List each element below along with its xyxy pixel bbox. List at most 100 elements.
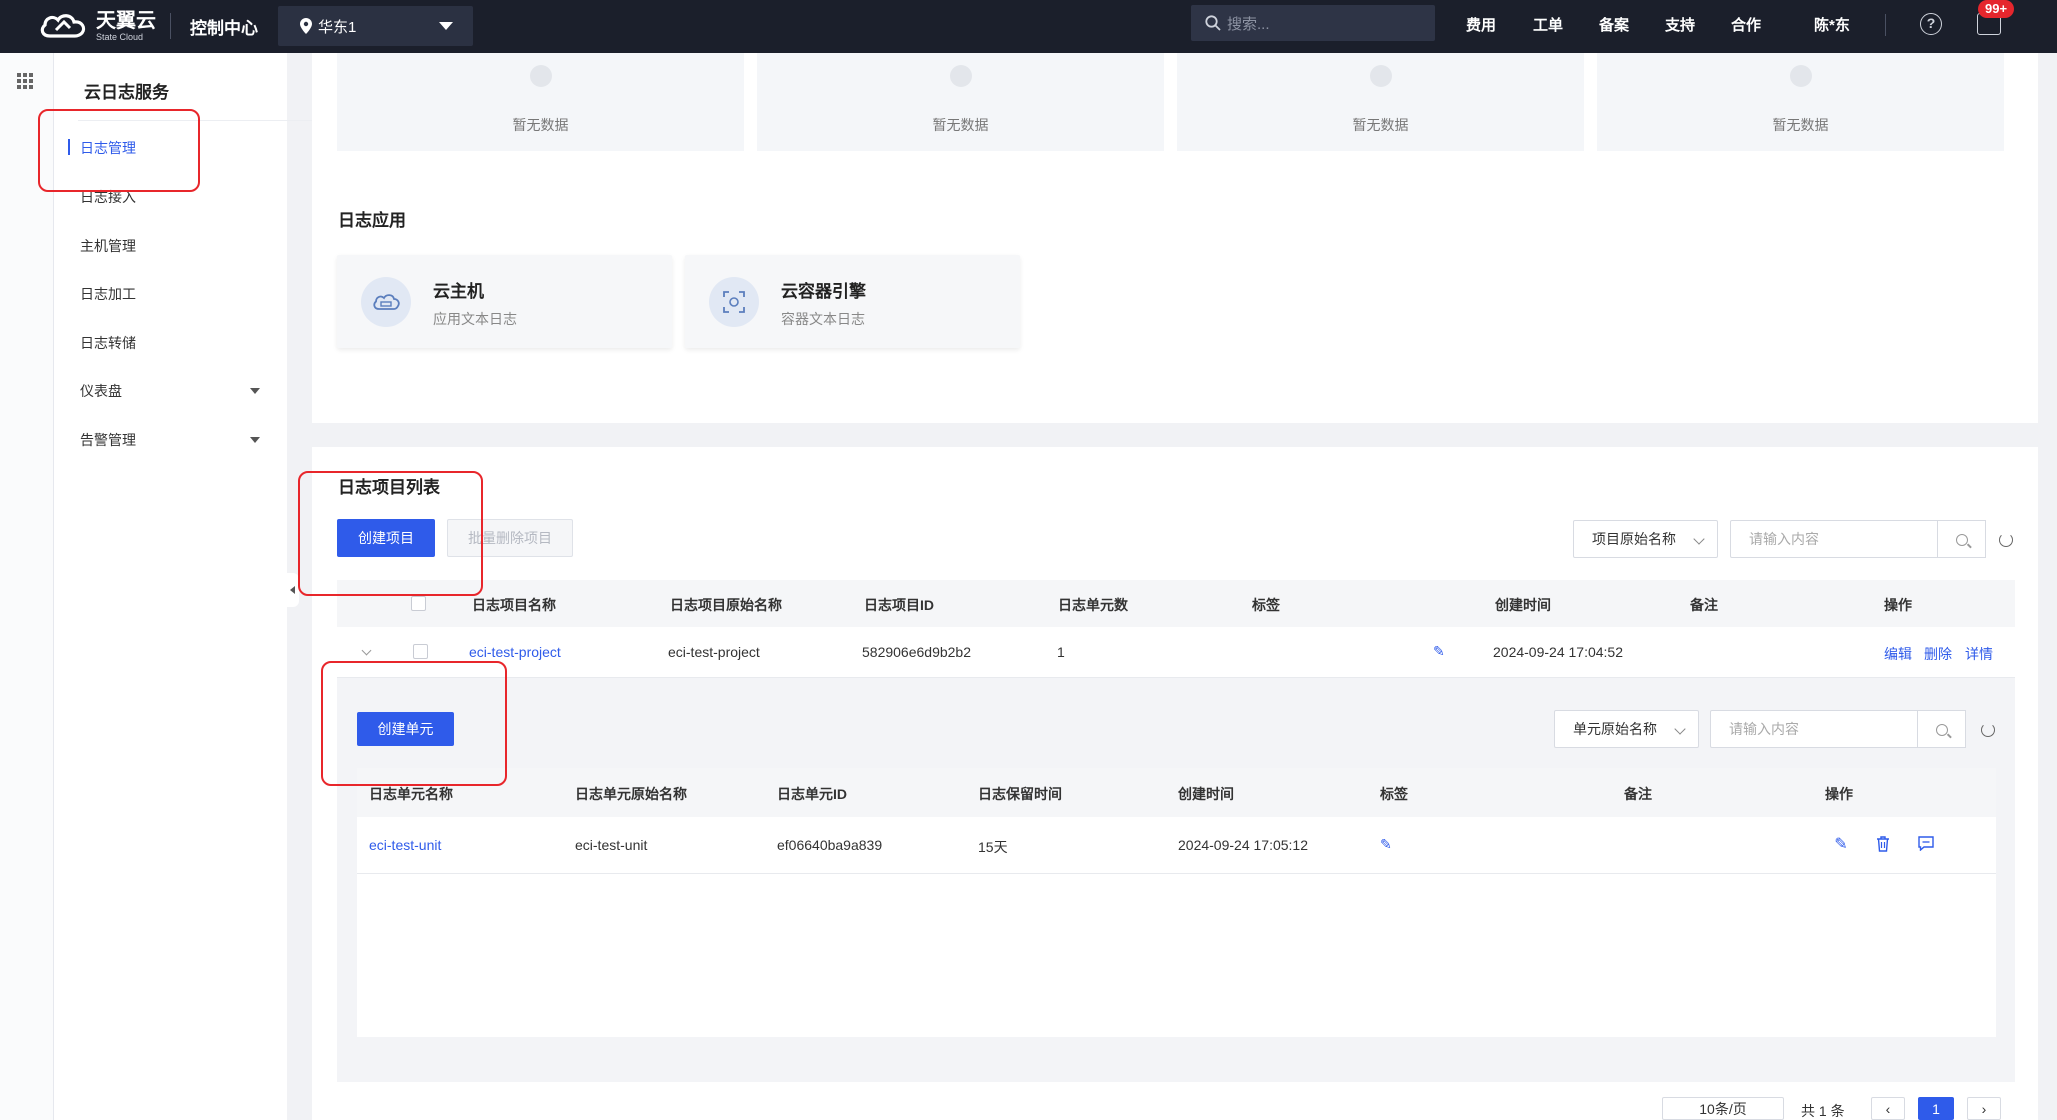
- empty-data-icon: [1370, 65, 1392, 87]
- app-description: 应用文本日志: [433, 311, 517, 327]
- edit-tag-icon[interactable]: ✎: [1433, 644, 1446, 658]
- help-icon[interactable]: ?: [1920, 13, 1942, 35]
- app-card-cloud-host[interactable]: 云主机 应用文本日志: [337, 255, 672, 348]
- page-size-value: 10条/页: [1699, 1100, 1747, 1117]
- apps-grid-icon[interactable]: [17, 73, 33, 89]
- column-header[interactable]: 备注: [1690, 595, 1718, 615]
- total-count: 共 1 条: [1801, 1103, 1845, 1119]
- caret-down-icon[interactable]: [250, 437, 260, 443]
- empty-text: 暂无数据: [1772, 117, 1829, 133]
- logo-title: 天翼云: [96, 9, 156, 32]
- product-rail: [0, 53, 54, 1120]
- empty-card: 暂无数据: [757, 53, 1164, 151]
- project-filter-value: 项目原始名称: [1592, 531, 1676, 547]
- app-card-container-engine[interactable]: 云容器引擎 容器文本日志: [685, 255, 1020, 348]
- edit-project-link[interactable]: 编辑: [1884, 644, 1912, 664]
- column-header[interactable]: 操作: [1884, 595, 1912, 615]
- empty-card: 暂无数据: [1177, 53, 1584, 151]
- highlight-box: [298, 471, 483, 596]
- trash-icon[interactable]: [1874, 836, 1892, 854]
- edit-tag-icon[interactable]: ✎: [1380, 837, 1393, 851]
- sidebar-item-alert-management[interactable]: 告警管理: [80, 430, 136, 450]
- cloud-logo-icon: [40, 14, 86, 38]
- unit-search-input[interactable]: 请输入内容: [1710, 710, 1918, 748]
- unit-filter-value: 单元原始名称: [1573, 721, 1657, 737]
- chevron-down-icon: [1693, 533, 1705, 545]
- details-icon[interactable]: [1917, 836, 1935, 854]
- highlight-box: [321, 661, 507, 786]
- nav-support[interactable]: 支持: [1665, 14, 1695, 35]
- divider: [357, 873, 1996, 874]
- unit-search-button[interactable]: [1918, 710, 1966, 748]
- project-table-header: [337, 580, 2015, 627]
- app-description: 容器文本日志: [781, 311, 865, 327]
- nav-fees[interactable]: 费用: [1466, 14, 1496, 35]
- empty-text: 暂无数据: [932, 117, 989, 133]
- caret-down-icon[interactable]: [250, 388, 260, 394]
- project-raw-name: eci-test-project: [668, 644, 760, 660]
- notification-badge: 99+: [1978, 0, 2015, 18]
- unit-raw-name: eci-test-unit: [575, 837, 648, 853]
- region-selector[interactable]: 华东1: [278, 6, 473, 46]
- column-header[interactable]: 日志单元名称: [369, 784, 453, 804]
- column-header[interactable]: 标签: [1252, 595, 1280, 615]
- nav-tickets[interactable]: 工单: [1533, 14, 1563, 35]
- unit-filter-select[interactable]: 单元原始名称: [1554, 710, 1699, 748]
- project-search-input[interactable]: 请输入内容: [1730, 520, 1938, 558]
- empty-card: 暂无数据: [337, 53, 744, 151]
- delete-project-link[interactable]: 删除: [1924, 644, 1952, 664]
- service-title: 云日志服务: [84, 83, 169, 102]
- user-menu[interactable]: 陈*东: [1814, 14, 1850, 35]
- sidebar-item-log-dump[interactable]: 日志转储: [80, 333, 136, 353]
- select-all-checkbox[interactable]: [411, 596, 426, 611]
- column-header[interactable]: 标签: [1380, 784, 1408, 804]
- empty-text: 暂无数据: [1352, 117, 1409, 133]
- sidebar-item-log-processing[interactable]: 日志加工: [80, 284, 136, 304]
- column-header[interactable]: 操作: [1825, 784, 1853, 804]
- prev-page-button[interactable]: ‹: [1871, 1097, 1905, 1120]
- edit-icon[interactable]: ✎: [1832, 836, 1850, 854]
- column-header[interactable]: 日志项目ID: [864, 595, 934, 615]
- empty-card: 暂无数据: [1597, 53, 2004, 151]
- column-header[interactable]: 日志保留时间: [978, 784, 1062, 804]
- empty-data-icon: [530, 65, 552, 87]
- project-name-link[interactable]: eci-test-project: [469, 644, 561, 660]
- divider: [1885, 14, 1886, 36]
- search-icon: [1936, 724, 1948, 736]
- unit-name-link[interactable]: eci-test-unit: [369, 837, 441, 853]
- refresh-icon[interactable]: [1999, 533, 2013, 547]
- next-page-button[interactable]: ›: [1967, 1097, 2001, 1120]
- column-header[interactable]: 备注: [1624, 784, 1652, 804]
- project-created-time: 2024-09-24 17:04:52: [1493, 644, 1623, 660]
- column-header[interactable]: 日志单元ID: [777, 784, 847, 804]
- project-search-button[interactable]: [1938, 520, 1986, 558]
- empty-text: 暂无数据: [512, 117, 569, 133]
- nav-partners[interactable]: 合作: [1731, 14, 1761, 35]
- unit-retention: 15天: [978, 839, 1008, 855]
- global-search-input[interactable]: 搜索...: [1191, 5, 1435, 41]
- sidebar-item-dashboard[interactable]: 仪表盘: [80, 381, 122, 401]
- column-header[interactable]: 日志单元数: [1058, 595, 1128, 615]
- project-filter-select[interactable]: 项目原始名称: [1573, 520, 1718, 558]
- column-header[interactable]: 创建时间: [1178, 784, 1234, 804]
- project-details-link[interactable]: 详情: [1965, 644, 1993, 664]
- sidebar-item-host-management[interactable]: 主机管理: [80, 236, 136, 256]
- column-header[interactable]: 创建时间: [1495, 595, 1551, 615]
- page-size-select[interactable]: 10条/页: [1662, 1097, 1784, 1120]
- column-header[interactable]: 日志单元原始名称: [575, 784, 687, 804]
- column-header[interactable]: 日志项目名称: [472, 595, 556, 615]
- refresh-icon[interactable]: [1981, 723, 1995, 737]
- service-sidebar: 云日志服务 日志管理 日志接入 主机管理 日志加工 日志转储 仪表盘 告警管理: [54, 53, 322, 1120]
- page-number-current[interactable]: 1: [1918, 1097, 1954, 1120]
- tianyi-cloud-logo[interactable]: 天翼云 State Cloud: [38, 9, 156, 43]
- search-placeholder: 请输入内容: [1729, 721, 1799, 737]
- log-apps-title: 日志应用: [338, 211, 406, 230]
- row-checkbox[interactable]: [413, 644, 428, 659]
- nav-filing[interactable]: 备案: [1599, 14, 1629, 35]
- column-header[interactable]: 日志项目原始名称: [670, 595, 782, 615]
- app-name: 云容器引擎: [781, 282, 866, 301]
- divider: [170, 13, 171, 39]
- project-unit-count: 1: [1057, 644, 1065, 660]
- unit-id: ef06640ba9a839: [777, 837, 883, 853]
- console-link[interactable]: 控制中心: [190, 14, 258, 39]
